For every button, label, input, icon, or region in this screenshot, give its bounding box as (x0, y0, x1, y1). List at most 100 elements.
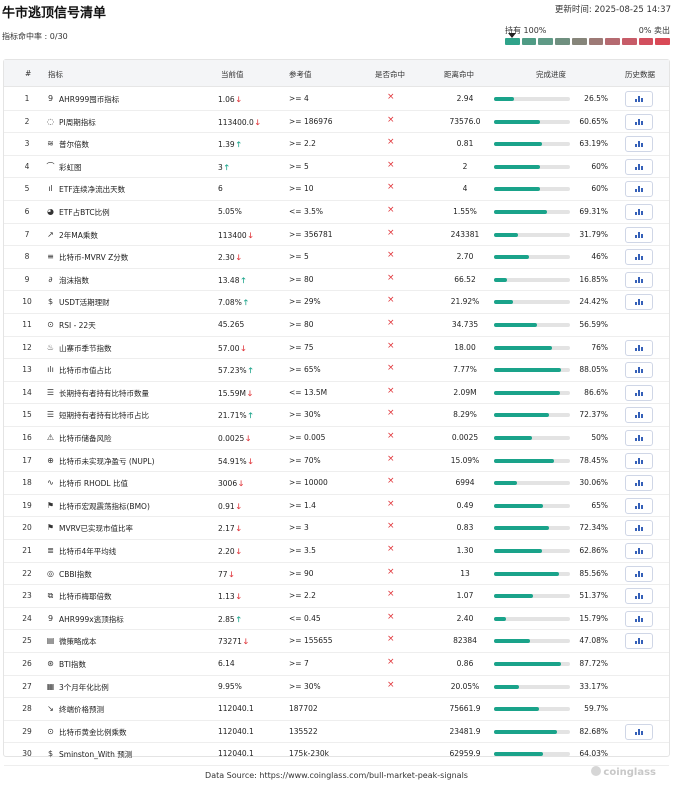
history-chart-button[interactable] (625, 497, 653, 514)
distance-value: 21.92% (450, 297, 480, 307)
distance-value: 7.77% (453, 365, 477, 375)
table-row: 12 ♨ 山寨币季节指数 57.00 🡓 >= 75 × 18.00 76% (4, 337, 669, 360)
trend-up-icon: 🡑 (236, 614, 241, 624)
history-chart-button[interactable] (625, 588, 653, 605)
reference-value: >= 5 (289, 252, 309, 262)
current-value-text: 2.20 (218, 547, 235, 556)
current-value: 9.95% (218, 682, 242, 691)
history-bar (638, 299, 640, 306)
indicator-name: 彩虹图 (59, 162, 82, 172)
history-bar (638, 118, 640, 125)
history-chart-button[interactable] (625, 339, 653, 356)
history-chart-button[interactable] (625, 91, 653, 107)
table-row: 30 $ Sminston_With 预测 112040.1 175k-230k 6295… (4, 743, 669, 766)
row-number: 9 (24, 274, 30, 284)
distance-value: 0.0025 (451, 433, 479, 442)
history-bar (638, 593, 640, 600)
history-bar (635, 438, 637, 441)
area-chart-icon: ↗ (47, 229, 54, 239)
indicator-name: 山寨币季节指数 (59, 343, 112, 353)
table-row: 9 ∂ 泡沫指数 13.48 🡑 >= 80 × 66.52 16.85% (4, 269, 669, 292)
history-chart-button[interactable] (625, 475, 653, 492)
indicator-name: 比特币未实现净盈亏 (NUPL) (59, 456, 155, 466)
row-number: 8 (24, 252, 30, 262)
history-chart-button[interactable] (625, 226, 653, 243)
puell-icon: ≋ (47, 139, 54, 149)
history-chart-button[interactable] (625, 565, 653, 582)
current-value: 2.17 🡓 (218, 523, 241, 536)
table-row: 13 ılı 比特币市值占比 57.23% 🡑 >= 65% × 7.77% 88.05% (4, 359, 669, 382)
history-chart-button[interactable] (625, 543, 653, 559)
progress-percent: 69.31% (579, 207, 608, 216)
history-bar (638, 457, 640, 464)
progress-fill (494, 549, 542, 553)
reference-value: >= 90 (289, 568, 314, 578)
gradient-segment (588, 38, 604, 45)
progress-percent: 86.6% (584, 387, 608, 397)
hit-status: × (387, 92, 395, 102)
history-chart-button[interactable] (625, 113, 653, 130)
row-number: 4 (24, 161, 30, 171)
history-chart-button[interactable] (625, 271, 653, 288)
history-chart-button[interactable] (625, 610, 653, 627)
distance-value: 6994 (455, 478, 475, 488)
row-number: 15 (22, 410, 32, 420)
history-chart-button[interactable] (625, 633, 653, 650)
history-chart-button[interactable] (625, 407, 653, 424)
current-value: 57.00 🡓 (218, 343, 245, 356)
history-chart-button[interactable] (625, 384, 653, 401)
indicator-name: 普尔倍数 (59, 140, 89, 150)
indicator-name: 2年MA乘数 (59, 230, 98, 240)
pi-cycle-icon: ◌ (47, 116, 54, 126)
history-bar (638, 435, 640, 441)
hit-status: × (387, 589, 395, 600)
history-bar (641, 595, 643, 600)
history-bar (635, 641, 637, 645)
history-chart-button[interactable] (625, 158, 653, 175)
history-chart-button[interactable] (625, 136, 653, 153)
current-value-text: 21.71% (218, 411, 247, 421)
progress-bar (494, 526, 570, 531)
reference-value: >= 2.2 (289, 139, 316, 149)
gradient-segment (605, 38, 620, 45)
trend-down-icon: 🡓 (236, 253, 241, 263)
row-number: 24 (22, 613, 32, 623)
coinglass-logo-icon (591, 766, 602, 776)
history-bar (641, 301, 643, 306)
reference-value: >= 75 (289, 342, 314, 352)
distance-value: 243381 (450, 229, 480, 239)
progress-fill (494, 210, 547, 214)
history-chart-button[interactable] (625, 520, 653, 537)
indicator-name: 比特币市值占比 (59, 366, 112, 376)
mvrv-icon: ⚑ (46, 523, 55, 533)
history-chart-button[interactable] (625, 181, 653, 198)
reference-value: >= 1.4 (289, 500, 316, 510)
current-value-text: 0.0025 (218, 434, 245, 443)
gradient-segment (621, 38, 637, 45)
history-chart-button[interactable] (625, 204, 653, 220)
progress-bar (494, 255, 570, 260)
distance-value: 2.70 (456, 252, 474, 262)
progress-fill (494, 684, 520, 689)
table-header: # 指标 当前值 参考值 是否命中 距离命中 完成进度 历史数据 (4, 60, 669, 87)
current-value: 1.39 🡑 (218, 139, 241, 152)
hit-status: × (387, 476, 395, 487)
history-chart-button[interactable] (625, 362, 653, 379)
history-bar (641, 98, 643, 102)
row-number: 23 (22, 591, 32, 601)
row-number: 14 (22, 387, 32, 397)
current-value: 13.48 🡑 (218, 275, 245, 288)
history-chart-button[interactable] (625, 249, 653, 266)
history-chart-button[interactable] (625, 430, 653, 446)
reference-value: >= 3.5 (289, 546, 316, 555)
current-value: 1.06 🡓 (218, 94, 241, 107)
table-row: 27 ▦ 3个月年化比例 9.95% >= 30% × 20.05% 33.17% (4, 676, 669, 699)
history-bar (638, 209, 640, 215)
current-value: 73271 🡓 (218, 636, 248, 649)
row-number: 18 (22, 478, 32, 488)
progress-fill (494, 458, 554, 463)
history-chart-button[interactable] (625, 294, 653, 311)
history-chart-button[interactable] (625, 452, 653, 469)
history-chart-button[interactable] (625, 723, 653, 740)
current-value: 112040.1 (218, 749, 254, 758)
